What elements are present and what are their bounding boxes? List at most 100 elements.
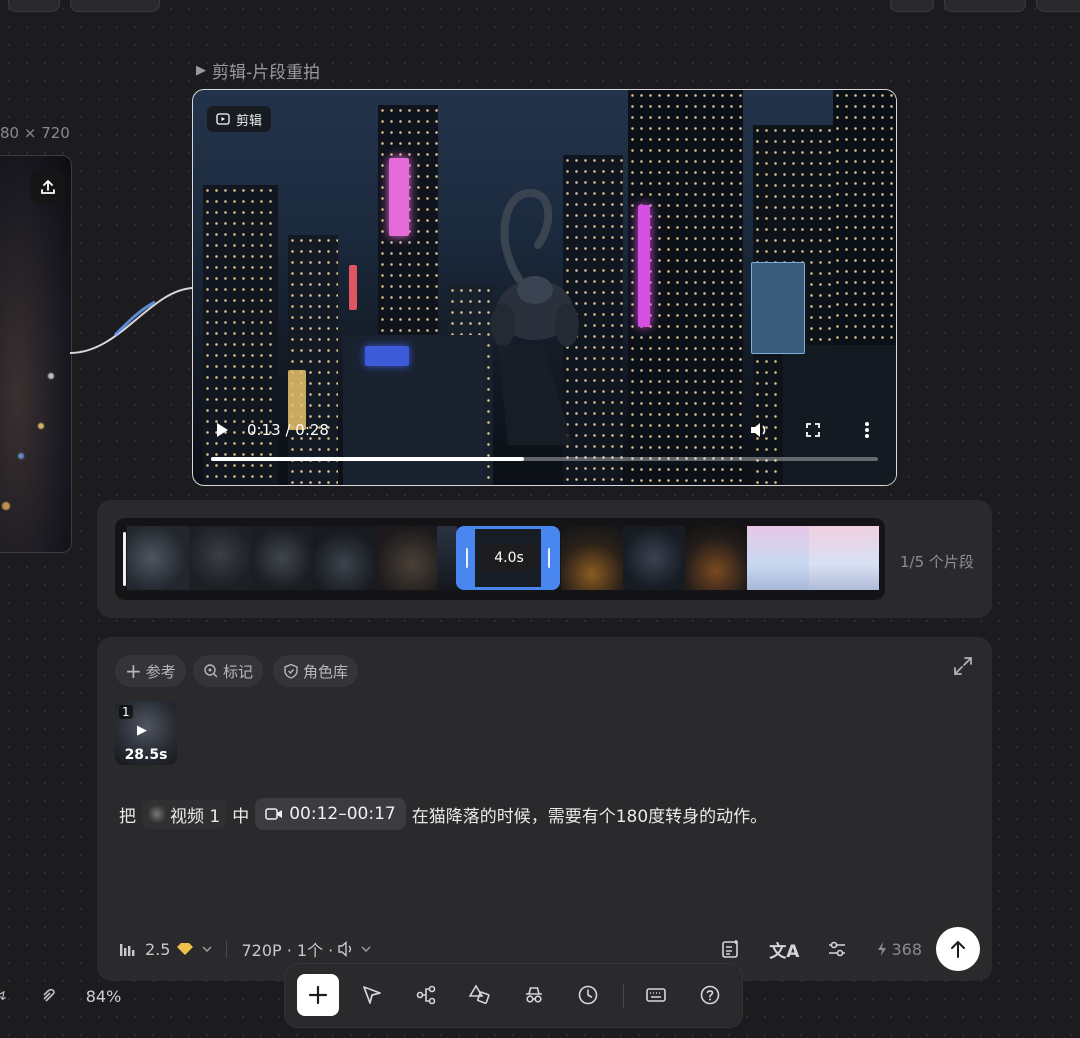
history-button[interactable] [567,974,609,1016]
building [343,335,483,485]
incognito-icon [526,987,542,1003]
video-player[interactable]: 剪辑 0:13 / 0:28 [192,89,897,486]
play-icon: ▶ [137,723,147,738]
video-mention[interactable]: 视频 1 [142,799,227,829]
workflow-icon [416,985,436,1005]
clip-thumbnail[interactable] [375,526,437,590]
video-mention-label: 视频 1 [170,806,221,827]
top-toolbar-stub[interactable] [8,0,60,12]
clip-thumbnail[interactable] [747,526,809,590]
prompt-suffix: 在猫降落的时候，需要有个180度转身的动作。 [411,806,768,827]
clip-thumbnail[interactable] [189,526,251,590]
fit-icon[interactable]: ↯ [0,988,8,1004]
help-button[interactable] [689,974,731,1016]
clip-thumbnail[interactable] [251,526,313,590]
fullscreen-icon[interactable] [802,419,824,441]
shapes-button[interactable] [459,974,501,1016]
model-version[interactable]: 2.5 [145,940,170,959]
segment-count-label: 1/5 个片段 [900,553,974,571]
neon-sign [638,205,650,327]
clip-thumbnail[interactable] [313,526,375,590]
select-arrow-icon [363,986,381,1004]
plus-icon [308,985,328,1005]
chevron-down-icon[interactable] [361,946,371,952]
video-icon [216,113,230,125]
character-library-chip[interactable]: 角色库 [273,655,359,687]
chevron-down-icon[interactable] [202,946,212,952]
character-library-chip-label: 角色库 [303,662,349,681]
building [783,345,896,485]
play-icon[interactable] [211,419,233,441]
prompt-template-icon[interactable] [721,939,741,959]
attachment-index: 1 [119,705,133,719]
clip-thumbnail[interactable] [561,526,623,590]
credits-count: 368 [891,939,922,959]
audio-icon [337,941,355,957]
time-range-chip[interactable]: 00:12–00:17 [255,798,406,830]
premium-gem-icon [176,942,194,956]
keyboard-shortcuts-button[interactable] [635,974,677,1016]
clip-thumbnail[interactable] [623,526,685,590]
mark-chip[interactable]: 标记 [193,655,264,687]
video-node-title[interactable]: ▶ 剪辑-片段重拍 [196,58,320,83]
top-toolbar-stub[interactable] [944,0,1026,12]
zoom-controls: ↯ 84% [0,985,121,1007]
attachment-thumbnail[interactable]: 1 ▶ 28.5s [115,701,177,765]
clip-thumbnail[interactable] [809,526,879,590]
clip-thumbnail[interactable] [437,526,457,590]
translate-icon[interactable]: 文A [769,937,799,962]
time-range-label: 00:12–00:17 [289,804,396,824]
settings-sliders-icon[interactable] [827,940,847,958]
shapes-icon [469,984,490,1004]
send-button[interactable] [936,927,980,971]
video-controls: 0:13 / 0:28 [211,418,878,442]
attachment-duration: 28.5s [124,747,168,763]
reference-chip[interactable]: + 参考 [115,655,186,687]
reference-chip-label: 参考 [145,662,176,681]
video-node-title-text: 剪辑-片段重拍 [212,63,321,83]
building [288,235,338,485]
clip-strip[interactable]: 4.0s [115,518,885,600]
model-bars-icon [119,941,137,957]
selected-clip[interactable]: 4.0s [456,526,560,590]
clip-trim-handle-left[interactable] [459,529,475,587]
select-tool-button[interactable] [351,974,393,1016]
zoom-level[interactable]: 84% [86,987,122,1006]
prompt-prefix: 把 [119,806,136,827]
video-type-tag: 剪辑 [207,106,272,132]
pin-icon [204,664,218,678]
prompt-middle: 中 [232,806,250,827]
top-toolbar-stub[interactable] [1036,0,1080,12]
clip-thumbnail[interactable] [127,526,189,590]
shield-icon [284,663,298,679]
clip-trim-handle-right[interactable] [541,529,557,587]
incognito-button[interactable] [513,974,555,1016]
mark-chip-label: 标记 [223,662,254,681]
more-options-icon[interactable] [856,419,878,441]
mention-thumbnail [148,805,166,823]
neon-sign [389,158,409,236]
workflow-button[interactable] [405,974,447,1016]
top-toolbar-stub[interactable] [890,0,934,12]
generation-settings[interactable]: 720P · 1个 · [241,937,333,961]
top-toolbar-stub[interactable] [70,0,160,12]
clip-duration-badge: 4.0s [481,544,537,572]
keyboard-icon [646,988,666,1002]
video-progress-bar[interactable] [211,457,878,461]
node-dimension-label: 80 × 720 [0,124,70,142]
volume-icon[interactable] [748,419,770,441]
add-node-button[interactable] [297,974,339,1016]
clip-thumbnail[interactable] [685,526,747,590]
divider [226,940,228,958]
cat-robot-figure [491,189,579,445]
video-tag-label: 剪辑 [236,113,263,129]
arrow-up-icon [951,940,965,958]
upload-icon[interactable] [31,170,65,204]
plus-icon: + [125,659,142,683]
playhead-marker [123,532,126,586]
video-camera-icon [265,808,283,820]
prompt-text[interactable]: 把 视频 1 中 00:12–00:17 在猫降落的时候，需要有个180度转身的… [119,798,767,830]
magnet-icon[interactable] [40,985,58,1007]
video-time-display: 0:13 / 0:28 [247,421,329,439]
expand-icon[interactable] [952,655,974,681]
